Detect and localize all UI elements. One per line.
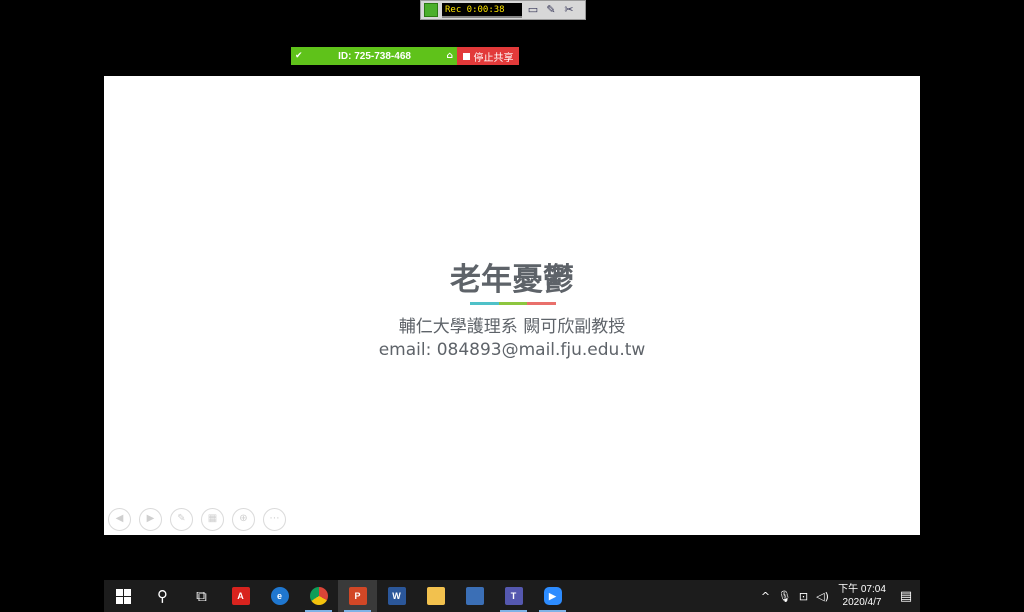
file-explorer-button[interactable] xyxy=(416,580,455,612)
see-all-slides-icon[interactable]: ▦ xyxy=(201,508,224,531)
presentation-slide: 老年憂鬱 輔仁大學護理系 闕可欣副教授 email: 084893@mail.f… xyxy=(104,76,920,535)
previous-slide-icon[interactable]: ◀ xyxy=(108,508,131,531)
search-button[interactable]: ⚲ xyxy=(143,580,182,612)
slide-subtitle: 輔仁大學護理系 闕可欣副教授 email: 084893@mail.fju.ed… xyxy=(104,316,920,362)
task-view-icon: ⧉ xyxy=(196,587,207,605)
signal-icon: ✔ xyxy=(295,51,303,61)
rule-segment-red xyxy=(527,302,557,305)
chevron-up-icon[interactable]: ^ xyxy=(756,590,775,603)
system-tray: ^ 🎙 ⊡ ◁) 下午 07:04 2020/4/7 ▤ xyxy=(756,580,920,612)
teams-button[interactable]: T xyxy=(494,580,533,612)
next-slide-icon[interactable]: ▶ xyxy=(139,508,162,531)
search-icon: ⚲ xyxy=(157,587,168,605)
clock-time: 下午 07:04 xyxy=(838,584,886,595)
notification-icon[interactable]: ▤ xyxy=(892,589,920,604)
record-stop-button[interactable] xyxy=(424,3,438,17)
start-button[interactable] xyxy=(104,580,143,612)
zoom-icon: ▶ xyxy=(543,587,562,605)
rule-segment-teal xyxy=(470,302,499,305)
stop-share-label: 停止共享 xyxy=(473,52,514,64)
annotate-icon[interactable]: ▭ xyxy=(526,3,540,17)
edge-button[interactable]: e xyxy=(260,580,299,612)
chrome-button[interactable] xyxy=(299,580,338,612)
powerpoint-button[interactable]: P xyxy=(338,580,377,612)
slide-title: 老年憂鬱 xyxy=(450,262,574,298)
task-view-button[interactable]: ⧉ xyxy=(182,580,221,612)
powerpoint-icon: P xyxy=(348,587,367,605)
meeting-id: ID: 725-738-468 xyxy=(338,50,411,62)
folder-icon xyxy=(426,587,445,605)
author-line: 輔仁大學護理系 闕可欣副教授 xyxy=(398,317,626,337)
word-button[interactable]: W xyxy=(377,580,416,612)
remote-desktop-icon xyxy=(465,587,484,605)
windows-taskbar: ⚲ ⧉ A e P W T ▶ ^ 🎙 ⊡ ◁) 下午 07:04 2020/4… xyxy=(104,580,920,612)
lock-icon: ⌂ xyxy=(446,51,453,61)
clock-date: 2020/4/7 xyxy=(842,597,882,608)
rule-segment-green xyxy=(498,302,528,305)
remote-app-button[interactable] xyxy=(455,580,494,612)
word-icon: W xyxy=(387,587,406,605)
teams-icon: T xyxy=(504,587,523,605)
edge-icon: e xyxy=(270,587,289,605)
screen-share-bar: ✔ ID: 725-738-468 ⌂ 停止共享 xyxy=(291,47,519,65)
more-options-icon[interactable]: ⋯ xyxy=(263,508,286,531)
zoom-icon[interactable]: ⊕ xyxy=(232,508,255,531)
scissors-icon[interactable]: ✂ xyxy=(562,3,576,17)
record-timer: Rec 0:00:38 xyxy=(442,2,522,18)
network-icon[interactable]: ⊡ xyxy=(794,590,813,603)
acrobat-icon: A xyxy=(231,587,250,605)
volume-icon[interactable]: ◁) xyxy=(813,590,832,603)
pen-icon[interactable]: ✎ xyxy=(544,3,558,17)
microphone-icon[interactable]: 🎙 xyxy=(775,590,794,603)
windows-logo-icon xyxy=(116,588,131,604)
clock[interactable]: 下午 07:04 2020/4/7 xyxy=(836,583,888,609)
meeting-id-panel[interactable]: ✔ ID: 725-738-468 ⌂ xyxy=(291,47,457,65)
stop-icon xyxy=(462,52,470,60)
zoom-button[interactable]: ▶ xyxy=(533,580,572,612)
slideshow-controls: ◀ ▶ ✎ ▦ ⊕ ⋯ xyxy=(108,508,286,531)
chrome-icon xyxy=(309,587,328,605)
acrobat-button[interactable]: A xyxy=(221,580,260,612)
screen-recorder-toolbar: Rec 0:00:38 ▭ ✎ ✂ xyxy=(420,0,586,20)
stop-share-button[interactable]: 停止共享 xyxy=(457,47,519,65)
pen-tool-icon[interactable]: ✎ xyxy=(170,508,193,531)
email-line: email: 084893@mail.fju.edu.tw xyxy=(378,340,646,360)
title-underline xyxy=(470,302,557,305)
